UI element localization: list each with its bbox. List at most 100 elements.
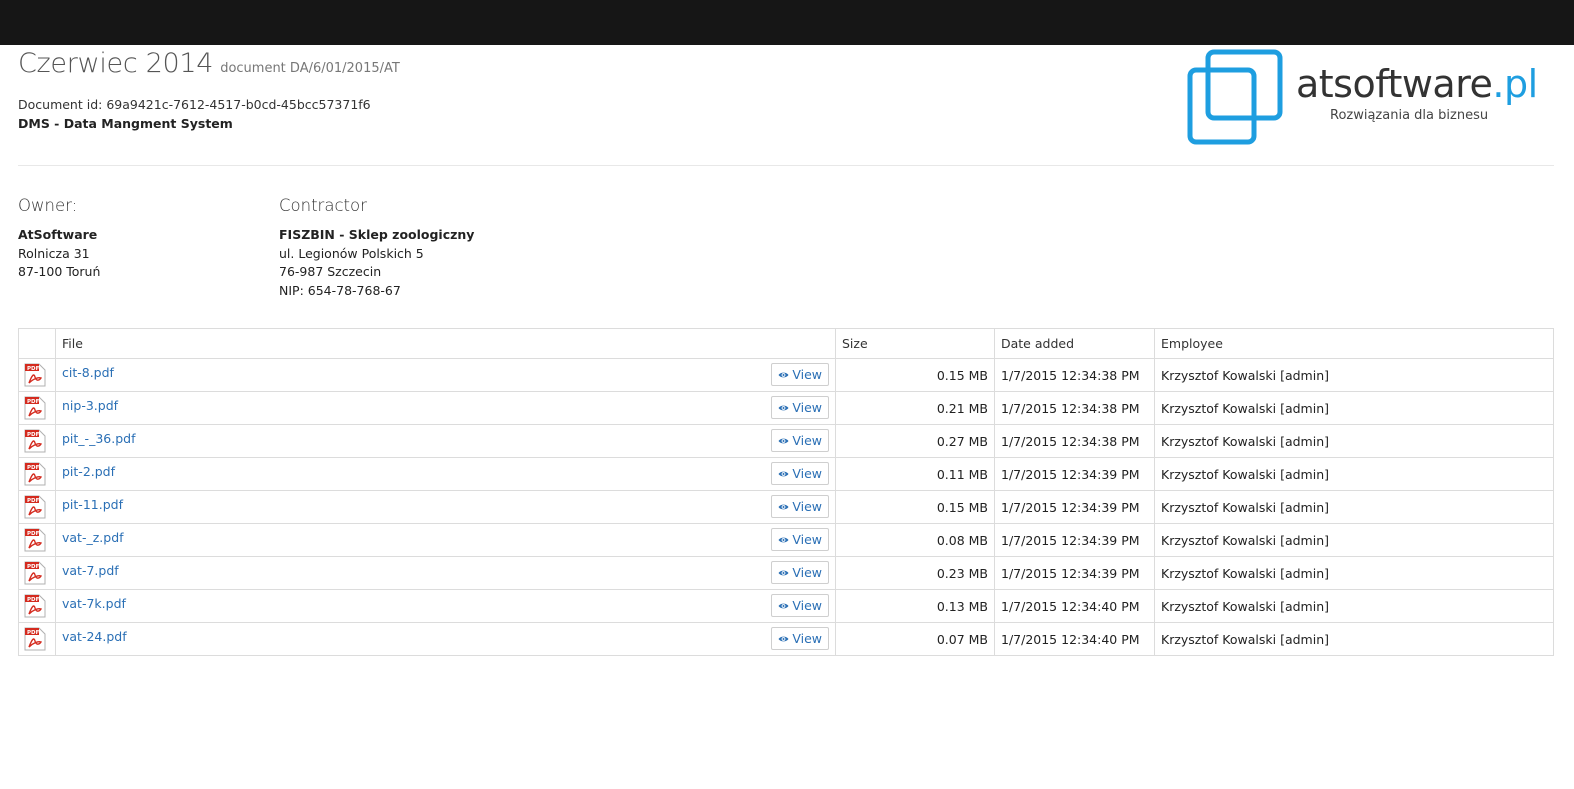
eye-icon <box>778 603 789 608</box>
file-type-cell: PDF <box>18 589 56 623</box>
pdf-file-icon: PDF <box>24 462 46 486</box>
file-link[interactable]: vat-_z.pdf <box>62 530 124 545</box>
document-id: Document id: 69a9421c-7612-4517-b0cd-45b… <box>18 97 371 112</box>
view-button[interactable]: View <box>771 363 829 386</box>
view-button-label: View <box>792 433 822 448</box>
column-header-size[interactable]: Size <box>835 328 995 359</box>
file-size: 0.07 MB <box>835 622 995 656</box>
pdf-file-icon: PDF <box>24 561 46 585</box>
file-cell: vat-7k.pdf View <box>55 589 836 623</box>
files-table: File Size Date added Employee PDF cit-8.… <box>18 328 1554 656</box>
column-header-file[interactable]: File <box>55 328 836 359</box>
employee-name: Krzysztof Kowalski [admin] <box>1154 622 1554 656</box>
column-header-icon <box>18 328 56 359</box>
file-cell: pit-2.pdf View <box>55 457 836 491</box>
owner-street: Rolnicza 31 <box>18 245 90 261</box>
employee-name: Krzysztof Kowalski [admin] <box>1154 358 1554 392</box>
employee-name: Krzysztof Kowalski [admin] <box>1154 424 1554 458</box>
file-size: 0.08 MB <box>835 523 995 557</box>
file-size: 0.23 MB <box>835 556 995 590</box>
file-size: 0.15 MB <box>835 490 995 524</box>
table-row: PDF pit_-_36.pdf View 0.27 MB 1/7/2015 1… <box>18 424 1554 458</box>
table-row: PDF vat-7.pdf View 0.23 MB 1/7/2015 12:3… <box>18 556 1554 590</box>
owner-city: 87-100 Toruń <box>18 264 101 279</box>
svg-text:PDF: PDF <box>27 432 40 438</box>
file-link[interactable]: vat-7.pdf <box>62 563 119 578</box>
file-cell: pit_-_36.pdf View <box>55 424 836 458</box>
view-button[interactable]: View <box>771 561 829 584</box>
view-button[interactable]: View <box>771 594 829 617</box>
view-button-label: View <box>792 367 822 382</box>
table-row: PDF pit-11.pdf View 0.15 MB 1/7/2015 12:… <box>18 490 1554 524</box>
logo-wordmark: atsoftware.pl <box>1296 62 1538 106</box>
file-link[interactable]: cit-8.pdf <box>62 365 114 380</box>
pdf-file-icon: PDF <box>24 429 46 453</box>
table-row: PDF cit-8.pdf View 0.15 MB 1/7/2015 12:3… <box>18 358 1554 392</box>
svg-text:PDF: PDF <box>27 366 40 372</box>
file-size: 0.21 MB <box>835 391 995 425</box>
file-link[interactable]: nip-3.pdf <box>62 398 118 413</box>
date-added: 1/7/2015 12:34:38 PM <box>994 391 1155 425</box>
file-cell: nip-3.pdf View <box>55 391 836 425</box>
view-button[interactable]: View <box>771 528 829 551</box>
employee-name: Krzysztof Kowalski [admin] <box>1154 490 1554 524</box>
view-button[interactable]: View <box>771 429 829 452</box>
view-button[interactable]: View <box>771 462 829 485</box>
file-type-cell: PDF <box>18 622 56 656</box>
date-added: 1/7/2015 12:34:38 PM <box>994 424 1155 458</box>
file-cell: vat-_z.pdf View <box>55 523 836 557</box>
svg-text:PDF: PDF <box>27 630 40 636</box>
view-button[interactable]: View <box>771 627 829 650</box>
page-title: Czerwiec 2014 <box>18 48 214 79</box>
table-header-row: File Size Date added Employee <box>18 328 1554 359</box>
pdf-file-icon: PDF <box>24 363 46 387</box>
file-cell: pit-11.pdf View <box>55 490 836 524</box>
view-button-label: View <box>792 400 822 415</box>
svg-text:PDF: PDF <box>27 531 40 537</box>
document-number: document DA/6/01/2015/AT <box>220 61 400 76</box>
employee-name: Krzysztof Kowalski [admin] <box>1154 391 1554 425</box>
file-type-cell: PDF <box>18 556 56 590</box>
column-header-date-added[interactable]: Date added <box>994 328 1155 359</box>
table-row: PDF vat-7k.pdf View 0.13 MB 1/7/2015 12:… <box>18 589 1554 623</box>
file-link[interactable]: vat-7k.pdf <box>62 596 126 611</box>
file-link[interactable]: pit_-_36.pdf <box>62 431 135 446</box>
pdf-file-icon: PDF <box>24 627 46 651</box>
employee-name: Krzysztof Kowalski [admin] <box>1154 523 1554 557</box>
date-added: 1/7/2015 12:34:39 PM <box>994 523 1155 557</box>
date-added: 1/7/2015 12:34:38 PM <box>994 358 1155 392</box>
date-added: 1/7/2015 12:34:39 PM <box>994 556 1155 590</box>
employee-name: Krzysztof Kowalski [admin] <box>1154 556 1554 590</box>
header-divider <box>18 165 1554 166</box>
view-button[interactable]: View <box>771 495 829 518</box>
contractor-street: ul. Legionów Polskich 5 <box>279 245 424 261</box>
view-button[interactable]: View <box>771 396 829 419</box>
pdf-file-icon: PDF <box>24 528 46 552</box>
view-button-label: View <box>792 598 822 613</box>
contractor-nip: NIP: 654-78-768-67 <box>279 282 401 298</box>
column-header-employee[interactable]: Employee <box>1154 328 1554 359</box>
eye-icon <box>778 636 789 641</box>
file-link[interactable]: vat-24.pdf <box>62 629 127 644</box>
eye-icon <box>778 405 789 410</box>
table-row: PDF vat-24.pdf View 0.07 MB 1/7/2015 12:… <box>18 622 1554 656</box>
file-type-cell: PDF <box>18 523 56 557</box>
eye-icon <box>778 570 789 575</box>
svg-text:PDF: PDF <box>27 597 40 603</box>
file-link[interactable]: pit-2.pdf <box>62 464 115 479</box>
view-button-label: View <box>792 499 822 514</box>
eye-icon <box>778 504 789 509</box>
owner-block: Owner: AtSoftware Rolnicza 31 87-100 Tor… <box>18 196 100 282</box>
file-link[interactable]: pit-11.pdf <box>62 497 123 512</box>
date-added: 1/7/2015 12:34:39 PM <box>994 457 1155 491</box>
logo-squares-icon <box>1187 49 1283 145</box>
view-button-label: View <box>792 631 822 646</box>
pdf-file-icon: PDF <box>24 396 46 420</box>
eye-icon <box>778 471 789 476</box>
file-type-cell: PDF <box>18 358 56 392</box>
file-type-cell: PDF <box>18 490 56 524</box>
owner-name: AtSoftware <box>18 227 98 242</box>
file-size: 0.27 MB <box>835 424 995 458</box>
contractor-name: FISZBIN - Sklep zoologiczny <box>279 227 475 242</box>
file-size: 0.11 MB <box>835 457 995 491</box>
